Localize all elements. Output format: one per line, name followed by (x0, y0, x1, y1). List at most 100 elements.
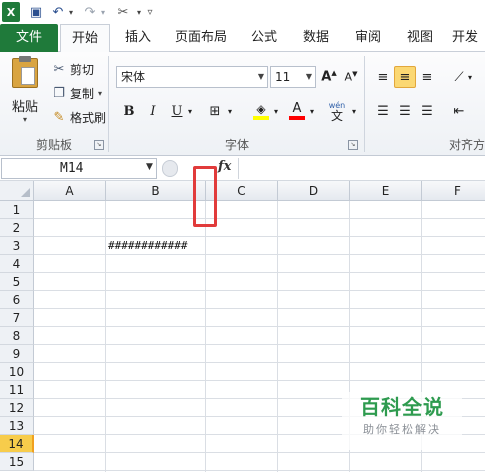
tab-home[interactable]: 开始 (60, 24, 110, 53)
decrease-indent-button[interactable]: ⇤ (448, 100, 470, 122)
format-painter-label: 格式刷 (70, 110, 107, 125)
grow-font-button[interactable]: A▲ (318, 66, 340, 88)
copy-dropdown-icon: ▾ (98, 88, 103, 98)
gridline (34, 308, 485, 309)
tab-view[interactable]: 视图 (398, 24, 442, 52)
font-launcher-icon[interactable]: ↘ (348, 140, 358, 150)
tab-data[interactable]: 数据 (294, 24, 338, 52)
paste-button[interactable]: 粘贴 ▾ (8, 56, 42, 124)
gridline (34, 470, 485, 471)
orientation-dropdown-icon[interactable]: ▾ (464, 66, 476, 88)
font-color-dropdown-icon[interactable]: ▾ (306, 100, 318, 122)
align-top-button[interactable]: ≡ (372, 66, 394, 88)
row-header[interactable]: 2 (0, 219, 34, 237)
customize-qat-icon[interactable]: ▿ (144, 2, 156, 22)
row-header[interactable]: 1 (0, 201, 34, 219)
phonetic-dropdown-icon[interactable]: ▾ (348, 100, 360, 122)
excel-window: X ▣ ↶ ▾ ↷ ▾ ✂ ▾ ▿ 文件 开始 插入 页面布局 公式 数据 审阅… (0, 0, 485, 472)
row-header[interactable]: 6 (0, 291, 34, 309)
fill-color-swatch (253, 116, 269, 120)
undo-icon[interactable]: ↶ (50, 2, 66, 22)
row-header[interactable]: 10 (0, 363, 34, 381)
gridline (34, 272, 485, 273)
align-right-button[interactable]: ☰ (416, 100, 438, 122)
borders-dropdown-icon[interactable]: ▾ (224, 100, 236, 122)
column-header-b[interactable]: B (106, 181, 206, 201)
paste-dropdown-icon: ▾ (22, 115, 27, 124)
italic-button[interactable]: I (142, 100, 164, 122)
row-header[interactable]: 12 (0, 399, 34, 417)
fill-color-button[interactable]: ◈ (250, 98, 272, 124)
cut-button[interactable]: ✂ 剪切 (50, 60, 94, 78)
format-painter-button[interactable]: ✎ 格式刷 (50, 108, 106, 126)
redo-dropdown-icon[interactable]: ▾ (98, 2, 108, 22)
alignment-group-label: 对齐方 (448, 138, 485, 152)
borders-button[interactable]: ⊞ (204, 100, 226, 122)
row-header[interactable]: 4 (0, 255, 34, 273)
font-group: 宋体 ▼ 11 ▼ A▲ A▼ B I U ▾ ⊞ ▾ ◈ ▾ A ▾ wén … (110, 52, 364, 156)
name-box[interactable]: M14 (1, 158, 157, 179)
row-header-selected[interactable]: 14 (0, 435, 34, 453)
font-size-dropdown-icon: ▼ (305, 72, 312, 81)
select-all-corner[interactable] (0, 181, 34, 201)
cell-b3[interactable]: ############ (106, 237, 206, 255)
clipboard-launcher-icon[interactable]: ↘ (94, 140, 104, 150)
align-middle-button[interactable]: ≡ (394, 66, 416, 88)
underline-icon: U (171, 103, 183, 119)
row-header[interactable]: 8 (0, 327, 34, 345)
redo-icon[interactable]: ↷ (82, 2, 98, 22)
copy-icon: ❐ (53, 85, 65, 101)
column-header-f[interactable]: F (422, 181, 485, 201)
align-right-icon: ☰ (421, 103, 433, 119)
tab-page-layout[interactable]: 页面布局 (168, 24, 234, 52)
formula-bar-splitter[interactable] (162, 160, 178, 177)
row-header[interactable]: 7 (0, 309, 34, 327)
copy-button[interactable]: ❐ 复制 ▾ (50, 84, 102, 102)
formula-bar: M14 ▼ fx (0, 157, 485, 181)
bold-button[interactable]: B (118, 100, 140, 122)
tab-file[interactable]: 文件 (0, 24, 58, 52)
row-header[interactable]: 11 (0, 381, 34, 399)
formula-input[interactable] (238, 158, 485, 179)
alignment-group: ≡ ≡ ≡ ⟋ ▾ ☰ ☰ ☰ ⇤ 对齐方 (366, 52, 485, 156)
insert-function-icon[interactable]: fx (218, 159, 231, 174)
font-size-combo[interactable]: 11 ▼ (270, 66, 316, 88)
paint-bucket-icon: ◈ (256, 102, 266, 116)
italic-icon: I (150, 103, 156, 119)
column-header-a[interactable]: A (34, 181, 106, 201)
font-size-value: 11 (275, 70, 291, 84)
tab-insert[interactable]: 插入 (116, 24, 160, 52)
watermark-title: 百科全说 (360, 395, 444, 419)
undo-dropdown-icon[interactable]: ▾ (66, 2, 76, 22)
tools-dropdown-icon[interactable]: ▾ (134, 2, 144, 22)
save-icon[interactable]: ▣ (28, 2, 44, 22)
fill-color-dropdown-icon[interactable]: ▾ (270, 100, 282, 122)
tools-icon[interactable]: ✂ (114, 2, 132, 22)
align-top-icon: ≡ (377, 69, 389, 85)
clipboard-group-label: 剪贴板 (35, 138, 72, 152)
row-header[interactable]: 9 (0, 345, 34, 363)
row-header[interactable]: 3 (0, 237, 34, 255)
row-header[interactable]: 5 (0, 273, 34, 291)
row-header[interactable]: 15 (0, 453, 34, 471)
font-color-button[interactable]: A (286, 98, 308, 124)
align-bottom-button[interactable]: ≡ (416, 66, 438, 88)
tab-formulas[interactable]: 公式 (242, 24, 286, 52)
ribbon-home: 粘贴 ▾ ✂ 剪切 ❐ 复制 ▾ ✎ 格式刷 剪贴板 ↘ 宋体 ▼ 11 ▼ A… (0, 52, 485, 156)
align-left-icon: ☰ (377, 103, 389, 119)
shrink-font-button[interactable]: A▼ (340, 66, 362, 88)
bold-icon: B (123, 103, 135, 119)
row-header[interactable]: 13 (0, 417, 34, 435)
font-name-dropdown-icon: ▼ (257, 72, 264, 81)
tab-developer[interactable]: 开发 (452, 24, 485, 52)
column-header-d[interactable]: D (278, 181, 350, 201)
column-header-e[interactable]: E (350, 181, 422, 201)
phonetic-button[interactable]: wén 文 (324, 98, 350, 124)
tab-review[interactable]: 审阅 (346, 24, 390, 52)
align-center-button[interactable]: ☰ (394, 100, 416, 122)
underline-dropdown-icon[interactable]: ▾ (184, 100, 196, 122)
font-name-combo[interactable]: 宋体 ▼ (116, 66, 268, 88)
align-left-button[interactable]: ☰ (372, 100, 394, 122)
name-box-dropdown-icon[interactable]: ▼ (146, 162, 153, 172)
paste-label: 粘贴 (11, 100, 38, 115)
